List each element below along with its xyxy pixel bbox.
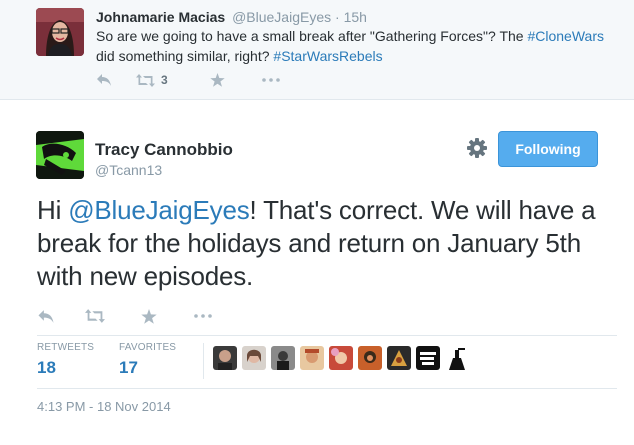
favoriters-avatars — [213, 346, 474, 370]
favoriter-avatar-image — [387, 346, 411, 370]
reply-button[interactable] — [37, 309, 85, 324]
retweet-button[interactable] — [85, 309, 141, 323]
main-author-avatar[interactable] — [36, 131, 84, 179]
favoriter-avatar[interactable] — [213, 346, 237, 370]
following-button[interactable]: Following — [498, 131, 598, 167]
more-button[interactable] — [193, 314, 213, 318]
main-tweet-actions — [37, 305, 213, 327]
favoriter-avatar[interactable] — [416, 346, 440, 370]
timestamp-divider — [37, 388, 617, 389]
parent-author-handle[interactable]: @BlueJaigEyes — [232, 9, 331, 25]
stats-separator — [203, 343, 204, 379]
favorites-stat[interactable]: FAVORITES 17 — [119, 342, 176, 378]
parent-avatar-image — [36, 8, 84, 56]
favoriter-avatar[interactable] — [300, 346, 324, 370]
settings-button[interactable] — [466, 137, 488, 159]
stats-top-divider — [37, 335, 617, 336]
favoriter-avatar-image — [445, 346, 469, 370]
main-avatar-image — [36, 131, 84, 179]
parent-tweet-time[interactable]: 15h — [344, 9, 367, 25]
favoriter-avatar-image — [358, 346, 382, 370]
parent-tweet-actions: 3 — [96, 70, 280, 90]
favorites-label: FAVORITES — [119, 342, 177, 353]
favoriter-avatar[interactable] — [271, 346, 295, 370]
favorite-button[interactable] — [141, 308, 193, 324]
favoriter-avatar[interactable] — [387, 346, 411, 370]
parent-tweet[interactable]: Johnamarie Macias @BlueJaigEyes · 15h So… — [0, 0, 634, 100]
main-text-prefix: Hi — [37, 195, 69, 225]
retweets-label: RETWEETS — [37, 342, 95, 353]
reply-icon — [38, 309, 54, 323]
favoriter-avatar[interactable] — [329, 346, 353, 370]
parent-tweet-text: So are we going to have a small break af… — [96, 26, 616, 66]
more-icon — [262, 78, 280, 82]
hashtag-starwarsrebels[interactable]: #StarWarsRebels — [273, 48, 382, 64]
retweets-value: 18 — [37, 358, 56, 377]
parent-author-avatar[interactable] — [36, 8, 84, 56]
favoriter-avatar-image — [242, 346, 266, 370]
main-author-handle[interactable]: @Tcann13 — [95, 162, 162, 178]
more-button[interactable] — [262, 78, 280, 82]
header-separator: · — [335, 9, 340, 25]
favorites-value: 17 — [119, 358, 138, 377]
parent-text-part: did something similar, right? — [96, 48, 274, 64]
reply-button[interactable] — [96, 73, 136, 87]
favoriter-avatar[interactable] — [445, 346, 469, 370]
parent-author-name[interactable]: Johnamarie Macias — [96, 9, 225, 25]
tweet-timestamp[interactable]: 4:13 PM - 18 Nov 2014 — [37, 399, 171, 414]
retweet-button[interactable]: 3 — [136, 73, 210, 87]
favoriter-avatar-image — [416, 346, 440, 370]
retweet-icon — [85, 309, 105, 323]
gear-icon — [467, 138, 487, 158]
favoriter-avatar[interactable] — [242, 346, 266, 370]
main-tweet-text: Hi @BlueJaigEyes! That's correct. We wil… — [37, 194, 617, 293]
hashtag-clonewars[interactable]: #CloneWars — [527, 28, 604, 44]
favoriter-avatar-image — [329, 346, 353, 370]
star-icon — [210, 73, 225, 87]
favoriter-avatar-image — [213, 346, 237, 370]
favorite-button[interactable] — [210, 73, 262, 87]
retweet-count: 3 — [161, 73, 168, 87]
parent-tweet-header: Johnamarie Macias @BlueJaigEyes · 15h — [96, 8, 367, 26]
reply-icon — [97, 74, 111, 86]
retweet-icon — [136, 73, 155, 87]
retweets-stat[interactable]: RETWEETS 18 — [37, 342, 94, 378]
star-icon — [141, 308, 157, 324]
more-icon — [194, 314, 212, 318]
favoriter-avatar-image — [271, 346, 295, 370]
favoriter-avatar[interactable] — [358, 346, 382, 370]
main-author-name[interactable]: Tracy Cannobbio — [95, 140, 233, 160]
mention-bluejaigeyes[interactable]: @BlueJaigEyes — [68, 195, 250, 225]
parent-text-part: So are we going to have a small break af… — [96, 28, 528, 44]
favoriter-avatar-image — [300, 346, 324, 370]
